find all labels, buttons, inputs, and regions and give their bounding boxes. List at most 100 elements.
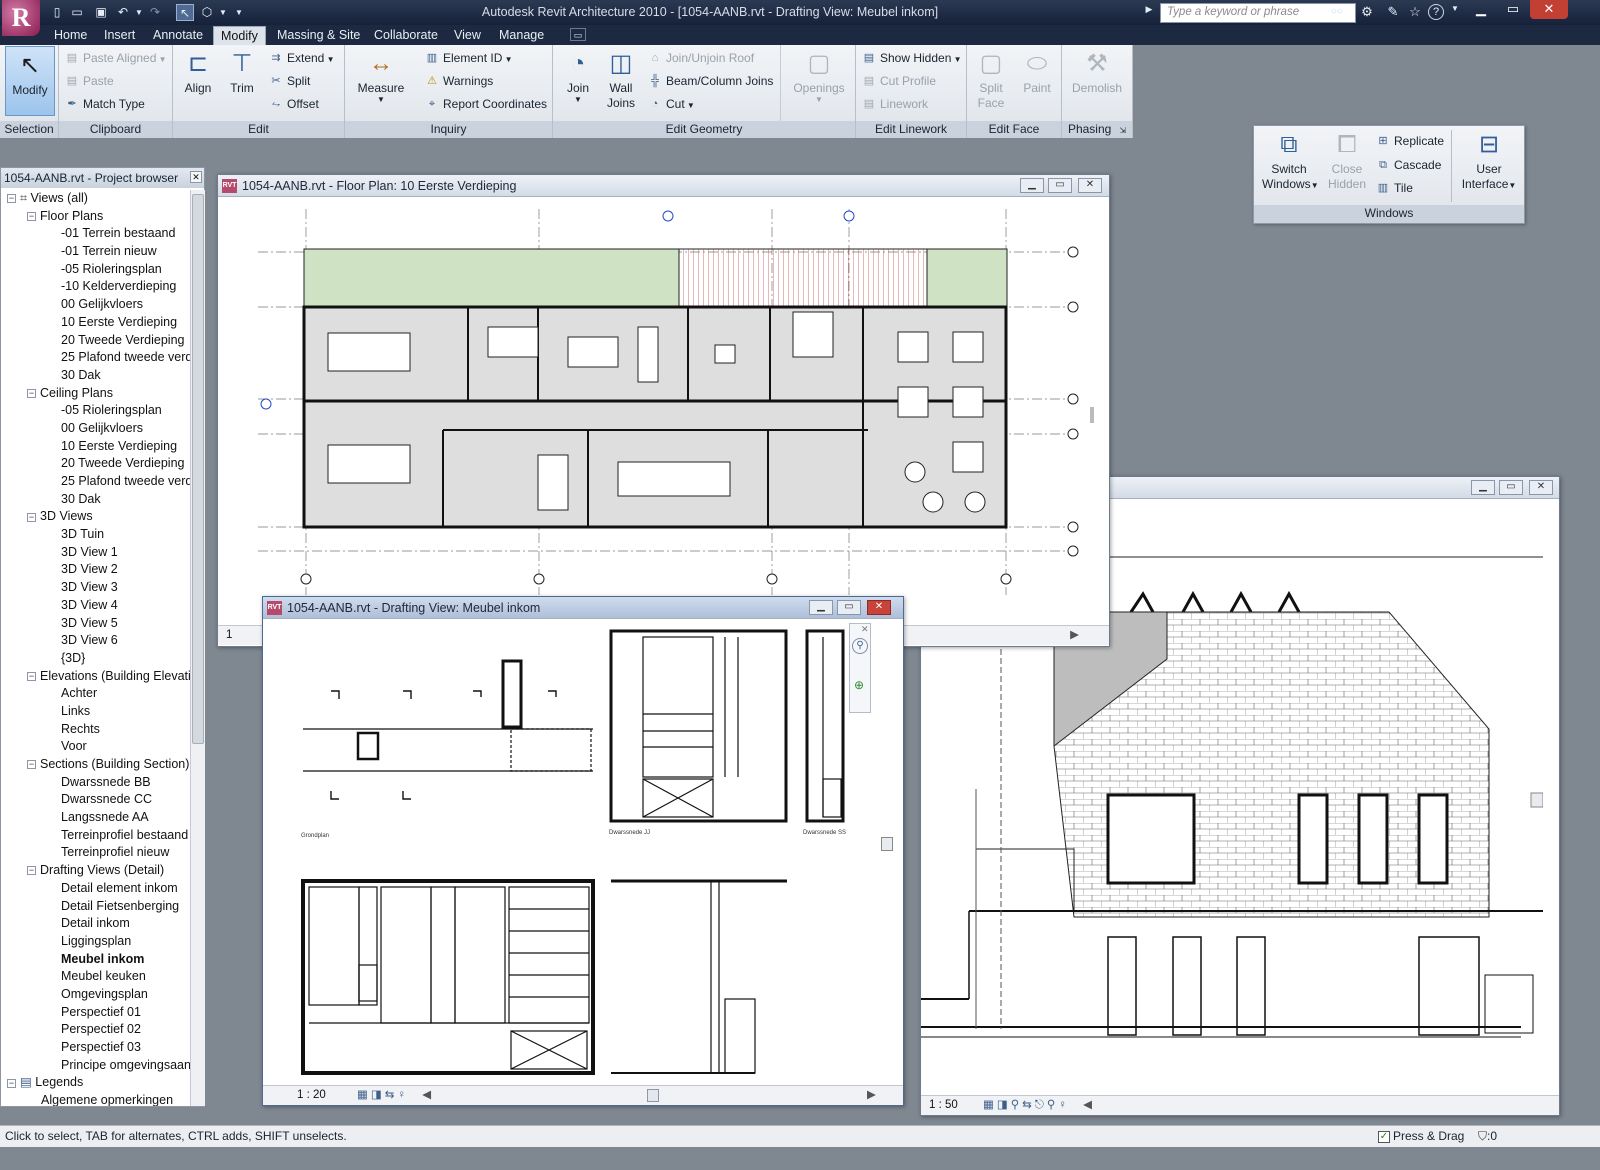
browser-tree-item[interactable]: -01 Terrein nieuw [7,243,191,261]
modify-button[interactable]: ↖ Modify [5,46,55,116]
browser-tree-item[interactable]: Langssnede AA [7,809,191,827]
scroll-left-icon[interactable]: ◀ [422,1089,431,1101]
scroll-right-icon[interactable]: ▶ [867,1086,876,1105]
maximize-button[interactable]: ▭ [1498,0,1528,19]
browser-tree-item[interactable]: 20 Tweede Verdieping [7,455,191,473]
floor-plan-minimize-button[interactable]: ▁ [1020,178,1044,193]
elevation-close-button[interactable]: ✕ [1529,480,1553,495]
drafting-restore-button[interactable]: ▭ [837,600,861,615]
browser-tree-item[interactable]: 3D Tuin [7,526,191,544]
selection-filter[interactable]: ⛉:0 [1478,1126,1497,1147]
browser-tree-item[interactable]: 10 Eerste Verdieping [7,314,191,332]
demolish-button[interactable]: ⚒ Demolish [1066,49,1128,95]
elevation-restore-button[interactable]: ▭ [1499,480,1523,495]
join-button[interactable]: ◔ Join ▼ [561,49,595,104]
align-button[interactable]: ⊏ Align [181,49,215,95]
search-expand-icon[interactable]: ▶ [1140,4,1158,21]
paint-button[interactable]: ⬭ Paint [1019,49,1055,95]
view-control-icons[interactable]: ▦◨⇆♀ [357,1089,409,1101]
browser-tree-item[interactable]: 3D View 4 [7,597,191,615]
browser-tree-item[interactable]: Omgevingsplan [7,986,191,1004]
browser-tree-item[interactable]: Detail inkom [7,915,191,933]
browser-tree-item[interactable]: 20 Tweede Verdieping [7,332,191,350]
wall-joins-button[interactable]: ◫ Wall Joins [603,49,639,111]
tab-modify[interactable]: Modify [213,26,266,45]
minimize-button[interactable]: ▁ [1466,0,1496,19]
browser-tree-item[interactable]: Terreinprofiel nieuw [7,844,191,862]
redo-icon[interactable]: ↷ [146,4,164,21]
tab-view[interactable]: View [447,26,488,45]
browser-tree-item[interactable]: -10 Kelderverdieping [7,278,191,296]
tab-insert[interactable]: Insert [97,26,142,45]
select-arrow-icon[interactable]: ↖ [176,4,194,21]
browser-tree-item[interactable]: Detail element inkom [7,880,191,898]
binoculars-icon[interactable]: ⚯ [1328,4,1346,21]
paste-aligned-button[interactable]: ▤ Paste Aligned ▼ [65,51,167,65]
scroll-right-icon[interactable]: ▶ [1070,626,1079,645]
application-menu-button[interactable]: R [2,0,40,36]
zoom-region-icon[interactable]: ⊕ [854,678,864,692]
drafting-hscroll-thumb[interactable] [647,1089,659,1102]
browser-tree-item[interactable]: Liggingsplan [7,933,191,951]
browser-tree-item[interactable]: −Elevations (Building Elevation) [7,668,191,686]
split-button[interactable]: ✂ Split [269,74,310,88]
replicate-button[interactable]: ⊞ Replicate [1376,134,1444,148]
browser-tree-item[interactable]: 25 Plafond tweede verdieping [7,473,191,491]
element-id-button[interactable]: ▥ Element ID ▼ [425,51,513,65]
steering-wheel-navbar[interactable]: ⚲ ⊕ ✕ [849,623,871,713]
report-coordinates-button[interactable]: ⌖ Report Coordinates [425,97,547,111]
browser-tree-item[interactable]: -05 Rioleringsplan [7,261,191,279]
press-drag-toggle[interactable]: ✓ Press & Drag [1378,1126,1464,1147]
subscription-icon[interactable]: ⚙ [1358,4,1376,21]
collapse-toggle-icon[interactable]: − [27,866,36,876]
browser-tree-item[interactable]: 30 Dak [7,367,191,385]
collapse-toggle-icon[interactable]: − [27,512,36,522]
browser-tree-item[interactable]: 3D View 3 [7,579,191,597]
browser-tree-item[interactable]: 10 Eerste Verdieping [7,438,191,456]
browser-tree-item[interactable]: Terreinprofiel bestaand [7,827,191,845]
browser-tree-item[interactable]: − Ceiling Plans [7,385,191,403]
help-icon[interactable]: ? [1428,4,1444,20]
browser-tree-item[interactable]: Achter [7,685,191,703]
drafting-drawing-canvas[interactable]: Grondplan Dwarssnede JJ Dwarssnede SS [263,619,885,1085]
browser-tree-item[interactable]: 3D View 6 [7,632,191,650]
navbar-close-icon[interactable]: ✕ [861,624,869,635]
browser-tree-item[interactable]: − Sections (Building Section) [7,756,191,774]
browser-tree-item[interactable]: 3D View 5 [7,615,191,633]
browser-tree-item[interactable]: 25 Plafond tweede verdieping [7,349,191,367]
browser-close-icon[interactable]: ✕ [190,171,202,183]
browser-tree-item[interactable]: − ⌗ Views (all) [7,190,191,208]
scroll-left-icon[interactable]: ◀ [1083,1099,1092,1111]
switch-windows-button[interactable]: ⧉ Switch Windows▼ [1262,130,1319,193]
browser-tree-item[interactable]: Links [7,703,191,721]
panel-expand-icon[interactable]: ⇲ [1119,126,1126,135]
tile-button[interactable]: ▥ Tile [1376,181,1413,195]
new-icon[interactable]: ▯ [48,4,66,21]
floor-plan-restore-button[interactable]: ▭ [1048,178,1072,193]
show-hidden-button[interactable]: ▤ Show Hidden ▼ [862,51,962,65]
browser-tree-item[interactable]: Meubel keuken [7,968,191,986]
help-dropdown-icon[interactable]: ▼ [1446,4,1464,21]
browser-tree-item[interactable]: Dwarssnede BB [7,774,191,792]
floor-plan-drawing-canvas[interactable] [218,197,1094,625]
browser-tree-item[interactable]: Perspectief 01 [7,1004,191,1022]
browser-tree-item[interactable]: Detail Fietsenberging [7,898,191,916]
communication-icon[interactable]: ✎ [1384,4,1402,21]
zoom-wheel-icon[interactable]: ⚲ [852,638,868,654]
collapse-toggle-icon[interactable]: − [27,211,36,221]
close-button[interactable]: ✕ [1530,0,1568,19]
split-face-button[interactable]: ▢ Split Face [973,49,1009,111]
tab-massing-site[interactable]: Massing & Site [270,26,367,45]
browser-tree-item[interactable]: 00 Gelijkvloers [7,296,191,314]
warnings-button[interactable]: ⚠ Warnings [425,74,493,88]
browser-tree-item[interactable]: -01 Terrein bestaand [7,225,191,243]
browser-tree-item[interactable]: 30 Dak [7,491,191,509]
ribbon-minimize-icon[interactable]: ▭ [570,28,586,41]
collapse-toggle-icon[interactable]: − [7,194,16,204]
open-icon[interactable]: ▭ [68,4,86,21]
paste-button[interactable]: ▤ Paste [65,74,114,88]
collapse-toggle-icon[interactable]: − [27,760,36,770]
measure-button[interactable]: ↔ Measure ▼ [353,49,409,104]
save-icon[interactable]: ▣ [92,4,110,21]
floor-plan-close-button[interactable]: ✕ [1078,178,1102,193]
